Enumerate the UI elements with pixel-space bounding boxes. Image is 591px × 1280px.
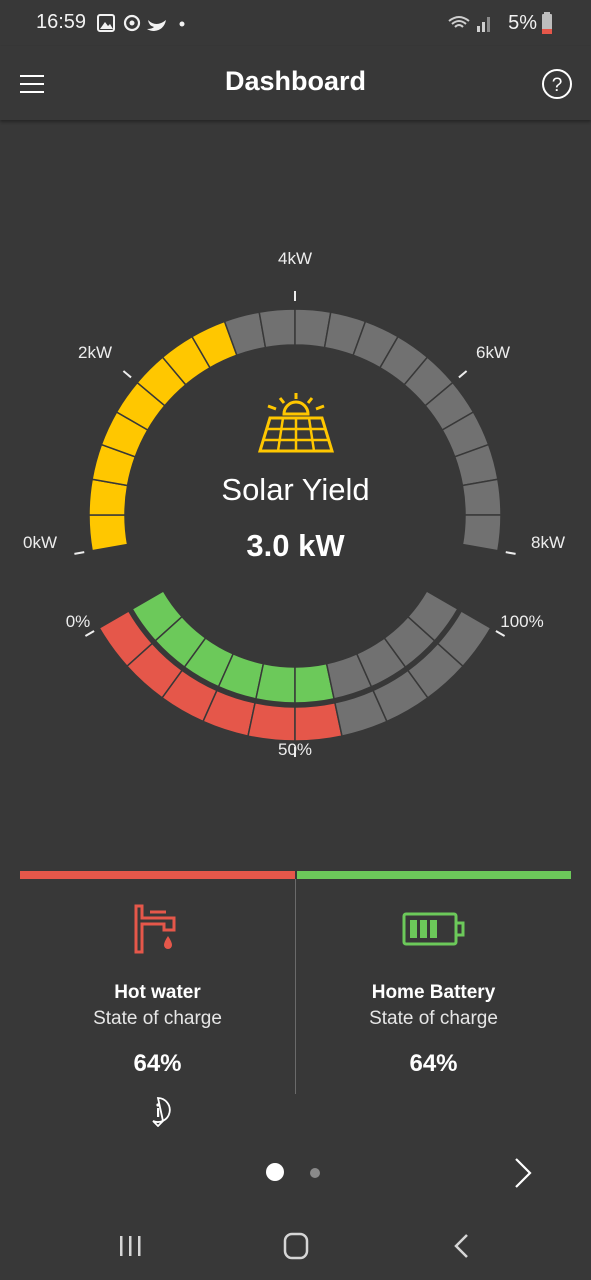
gauge-tick — [122, 370, 132, 379]
gauge-tick — [84, 630, 95, 637]
twitter-icon — [147, 20, 166, 31]
home-button[interactable] — [276, 1230, 316, 1262]
page-indicator-active — [266, 1163, 284, 1181]
hot-water-subtitle: State of charge — [93, 1008, 222, 1029]
wifi-signal-icon — [448, 16, 490, 32]
home-battery-subtitle: State of charge — [369, 1008, 498, 1029]
help-icon: ? — [542, 69, 572, 99]
recent-apps-button[interactable] — [110, 1230, 150, 1262]
sync-icon — [123, 14, 141, 32]
status-system-icons: 5% — [447, 12, 557, 36]
hot-water-segment-lit — [247, 701, 296, 742]
gauge-tick — [458, 370, 468, 379]
scale-label-6kw: 6kW — [476, 343, 510, 362]
solar-panel-icon — [257, 393, 335, 453]
hot-water-card[interactable]: Hot water State of charge 64% — [20, 880, 295, 1110]
solar-yield-value: 3.0 kW — [246, 528, 345, 563]
solar-yield-title: Solar Yield — [221, 472, 370, 507]
status-bar: 16:59 5% — [0, 0, 591, 46]
hot-water-value: 64% — [133, 1050, 182, 1077]
gallery-icon — [97, 14, 115, 32]
notification-dot-icon — [179, 21, 185, 27]
scale-label-4kw: 4kW — [278, 249, 312, 268]
hot-water-status-bar — [20, 871, 295, 879]
battery-charge-icon — [402, 912, 464, 946]
scale-label-2kw: 2kW — [78, 343, 112, 362]
status-time: 16:59 — [36, 11, 87, 33]
solar-segment — [258, 308, 296, 349]
hot-water-title: Hot water — [114, 982, 201, 1003]
gauge-tick — [495, 630, 506, 637]
hot-water-info-button[interactable] — [145, 1097, 171, 1128]
status-notification-icons — [97, 14, 185, 32]
home-battery-title: Home Battery — [371, 982, 496, 1003]
battery-status-bar — [297, 871, 571, 879]
home-battery-card[interactable]: Home Battery State of charge 64% — [296, 880, 571, 1110]
svg-text:?: ? — [552, 75, 563, 96]
page-indicator-2[interactable] — [310, 1168, 320, 1178]
page-title: Dashboard — [224, 66, 367, 96]
scale-label-50pct: 50% — [278, 740, 312, 759]
battery-percent: 5% — [508, 12, 537, 34]
info-icon — [152, 1097, 171, 1128]
chevron-right-icon — [515, 1158, 532, 1188]
scale-label-0pct: 0% — [66, 612, 91, 631]
hot-water-segment-lit — [294, 701, 343, 742]
app-bar: Dashboard ? — [0, 46, 591, 120]
battery-icon — [542, 12, 552, 34]
home-icon — [283, 1232, 309, 1260]
back-button[interactable] — [442, 1230, 482, 1262]
recent-apps-icon — [120, 1236, 141, 1256]
faucet-icon — [134, 904, 175, 954]
system-nav-bar — [0, 1212, 591, 1280]
next-page-button[interactable] — [508, 1156, 538, 1190]
help-button[interactable]: ? — [539, 66, 575, 102]
home-battery-value: 64% — [409, 1050, 458, 1077]
scale-label-100pct: 100% — [500, 612, 543, 631]
battery-segment-lit — [255, 662, 296, 704]
back-icon — [454, 1234, 468, 1258]
